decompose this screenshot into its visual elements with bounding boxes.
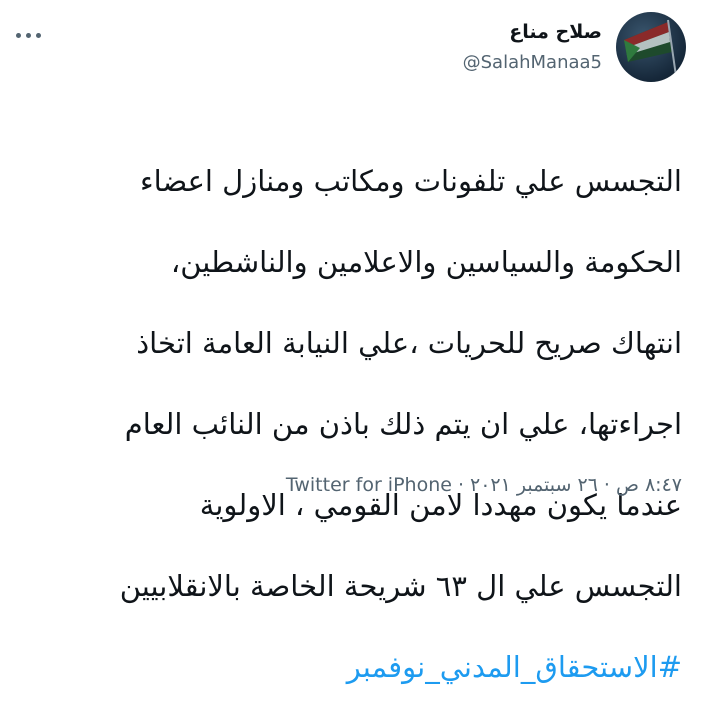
tweet-text: التجسس علي تلفونات ومكاتب ومنازل اعضاء ا… (22, 120, 682, 728)
tweet-line: اجراءتها، علي ان يتم ذلك باذن من النائب … (124, 406, 682, 441)
meta-separator: · (457, 474, 464, 496)
tweet-line: انتهاك صريح للحريات ،علي النيابة العامة … (136, 325, 682, 360)
tweet-source[interactable]: Twitter for iPhone (286, 474, 452, 496)
tweet-line: التجسس علي تلفونات ومكاتب ومنازل اعضاء (139, 163, 682, 198)
tweet-header: صلاح مناع @SalahManaa5 (463, 12, 686, 82)
more-options-icon (16, 32, 21, 38)
user-handle[interactable]: @SalahManaa5 (463, 50, 602, 76)
avatar[interactable] (616, 12, 686, 82)
user-names: صلاح مناع @SalahManaa5 (463, 18, 602, 76)
flag-icon (624, 19, 677, 77)
display-name[interactable]: صلاح مناع (463, 18, 602, 46)
hashtag-link[interactable]: #الاستحقاق_المدني_نوفمبر (22, 647, 682, 688)
tweet-meta: ٨:٤٧ ص · ٢٦ سبتمبر ٢٠٢١ · Twitter for iP… (286, 474, 682, 496)
tweet-time[interactable]: ٨:٤٧ ص (616, 474, 682, 496)
tweet-line: التجسس علي ال ٦٣ شريحة الخاصة بالانقلابي… (119, 568, 682, 603)
tweet-line: الحكومة والسياسين والاعلامين والناشطين، (170, 244, 682, 279)
meta-separator: · (603, 474, 610, 496)
tweet-date[interactable]: ٢٦ سبتمبر ٢٠٢١ (470, 474, 598, 496)
more-options-button[interactable] (16, 28, 50, 42)
